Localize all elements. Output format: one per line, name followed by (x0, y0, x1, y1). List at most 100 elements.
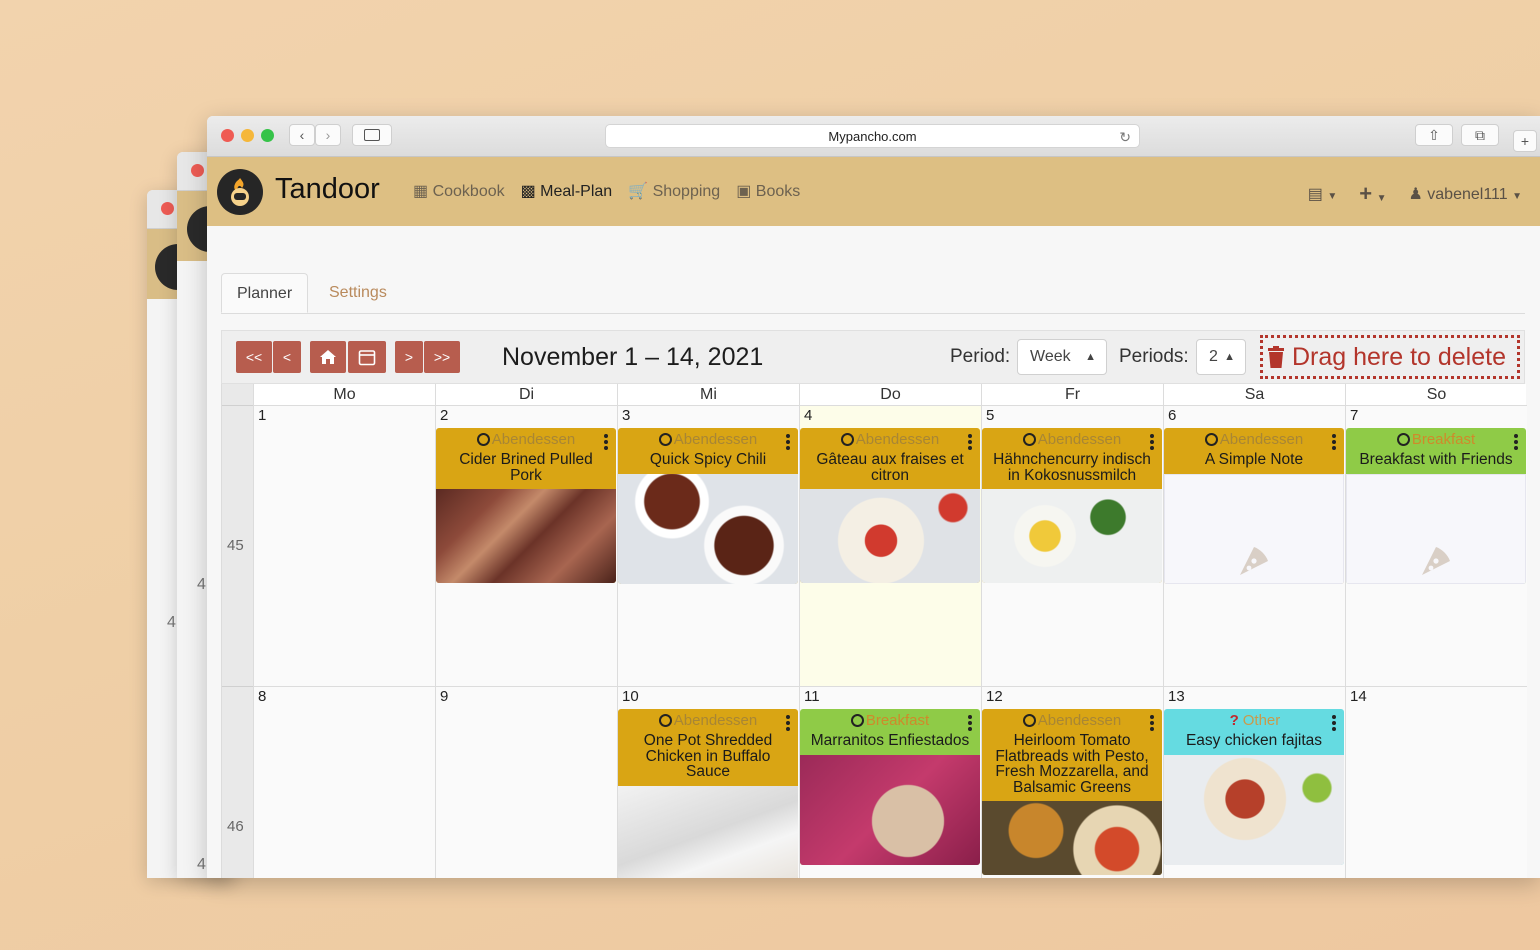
tab-settings[interactable]: Settings (314, 273, 402, 313)
pizza-slice-icon (1240, 546, 1268, 575)
week-number: 46 (227, 817, 244, 835)
meal-type-icon (1204, 433, 1218, 446)
period-label: Period: (950, 346, 1011, 367)
address-bar[interactable]: Mypancho.com ↻ (605, 124, 1140, 148)
meal-title: Easy chicken fajitas (1185, 732, 1323, 749)
day-header: Do (799, 384, 981, 406)
meal-entry-header: Abendessen One Pot Shredded Chicken in Bu… (618, 709, 798, 786)
home-button[interactable] (310, 341, 346, 373)
nav-meal-plan[interactable]: ▩ Meal-Plan (521, 181, 613, 201)
user-name: vabenel111 (1427, 186, 1508, 203)
day-header: Fr (981, 384, 1163, 406)
more-options-icon[interactable] (786, 434, 790, 452)
tabs-overview-button[interactable]: ⧉ (1461, 124, 1499, 146)
new-tab-button[interactable]: + (1513, 130, 1537, 152)
plus-icon: + (1520, 133, 1530, 149)
sort-arrows-icon: ▲ (1224, 351, 1235, 363)
chevron-left-icon: ‹ (299, 127, 305, 143)
day-cell[interactable]: 9 (435, 687, 617, 878)
more-options-icon[interactable] (968, 715, 972, 733)
tandoor-logo[interactable] (217, 169, 263, 215)
day-cell[interactable]: 14 (1345, 687, 1527, 878)
more-options-icon[interactable] (1332, 715, 1336, 733)
next-period-button[interactable]: > (395, 341, 423, 373)
more-options-icon[interactable] (1514, 434, 1518, 452)
recipe-image (982, 489, 1162, 583)
meal-entry-header: Breakfast Marranitos Enfiestados (800, 709, 980, 755)
share-button[interactable]: ⇧ (1415, 124, 1453, 146)
meal-type: Abendessen (618, 711, 798, 731)
periods-select[interactable]: 2 ▲ (1196, 339, 1246, 375)
more-options-icon[interactable] (604, 434, 608, 452)
meal-entry[interactable]: Breakfast Breakfast with Friends (1346, 428, 1526, 584)
delete-drop-zone[interactable]: Drag here to delete (1260, 335, 1520, 379)
day-number: 2 (440, 407, 449, 424)
day-header: Sa (1163, 384, 1345, 406)
recipe-image (436, 489, 616, 583)
meal-type: ? Other (1164, 711, 1344, 731)
next-period-fast-button[interactable]: >> (424, 341, 460, 373)
meal-entry[interactable]: Abendessen A Simple Note (1164, 428, 1344, 584)
tab-planner[interactable]: Planner (221, 273, 309, 313)
week-header-corner (222, 384, 253, 406)
meal-entry[interactable]: Abendessen Gâteau aux fraises et citron (800, 428, 980, 583)
meal-entry[interactable]: Abendessen Quick Spicy Chili (618, 428, 798, 584)
nav-shopping[interactable]: 🛒 Shopping (628, 181, 720, 201)
forward-button[interactable]: › (315, 124, 341, 146)
recipe-placeholder (1346, 473, 1526, 584)
main-nav: ▦ Cookbook ▩ Meal-Plan 🛒 Shopping ▣ Book… (413, 181, 800, 201)
previous-period-button[interactable]: < (273, 341, 301, 373)
previous-period-fast-button[interactable]: << (236, 341, 272, 373)
chevron-right-icon: › (325, 127, 331, 143)
day-number: 12 (986, 688, 1003, 705)
meal-type-icon (840, 433, 854, 446)
meal-type: Abendessen (982, 711, 1162, 731)
meal-entry[interactable]: Abendessen Cider Brined Pulled Pork (436, 428, 616, 583)
more-options-icon[interactable] (1150, 715, 1154, 733)
user-dropdown[interactable]: ♟ vabenel111 ▼ (1408, 184, 1522, 204)
nav-books[interactable]: ▣ Books (736, 181, 800, 201)
day-header: Mo (253, 384, 435, 406)
meal-entry[interactable]: Abendessen One Pot Shredded Chicken in Bu… (618, 709, 798, 878)
minimize-window-button[interactable] (241, 129, 254, 142)
close-window-button[interactable] (221, 129, 234, 142)
meal-type-label: Abendessen (1219, 431, 1304, 448)
pot-icon (231, 178, 249, 206)
meal-type: Abendessen (618, 430, 798, 450)
reload-icon[interactable]: ↻ (1119, 125, 1131, 149)
meal-type-icon (1022, 433, 1036, 446)
more-options-icon[interactable] (1332, 434, 1336, 452)
calendar-picker-button[interactable] (348, 341, 386, 373)
day-number: 6 (1168, 407, 1177, 424)
zoom-window-button[interactable] (261, 129, 274, 142)
meal-entry[interactable]: Abendessen Heirloom Tomato Flatbreads wit… (982, 709, 1162, 875)
back-button[interactable]: ‹ (289, 124, 315, 146)
nav-shopping-label: Shopping (652, 183, 721, 200)
meal-entry[interactable]: ? Other Easy chicken fajitas (1164, 709, 1344, 865)
share-icon: ⇧ (1428, 126, 1440, 143)
meal-title: Heirloom Tomato Flatbreads with Pesto, F… (995, 732, 1149, 796)
toolbox-dropdown[interactable]: ▤ ▼ (1308, 184, 1337, 204)
planner-tabs: Planner Settings (221, 273, 1525, 314)
sidebar-toggle-button[interactable] (352, 124, 392, 146)
sort-arrows-icon: ▲ (1085, 351, 1096, 363)
day-number: 8 (258, 688, 267, 705)
url-text: Mypancho.com (828, 129, 917, 144)
day-cell[interactable]: 8 (253, 687, 435, 878)
more-options-icon[interactable] (786, 715, 790, 733)
recipe-image (982, 801, 1162, 875)
day-header: Di (435, 384, 617, 406)
add-dropdown[interactable]: + ▼ (1359, 181, 1386, 207)
brand-name[interactable]: Tandoor (275, 173, 380, 206)
nav-cookbook[interactable]: ▦ Cookbook (413, 181, 505, 201)
meal-entry[interactable]: Abendessen Hähnchencurry indisch in Kokos… (982, 428, 1162, 583)
meal-entry[interactable]: Breakfast Marranitos Enfiestados (800, 709, 980, 865)
more-options-icon[interactable] (1150, 434, 1154, 452)
day-cell[interactable]: 1 (253, 406, 435, 687)
more-options-icon[interactable] (968, 434, 972, 452)
meal-title: A Simple Note (1204, 451, 1304, 468)
meal-type-label: Abendessen (673, 712, 758, 729)
period-select[interactable]: Week ▲ (1017, 339, 1107, 375)
meal-title: Marranitos Enfiestados (810, 732, 970, 749)
meal-entry-header: ? Other Easy chicken fajitas (1164, 709, 1344, 755)
